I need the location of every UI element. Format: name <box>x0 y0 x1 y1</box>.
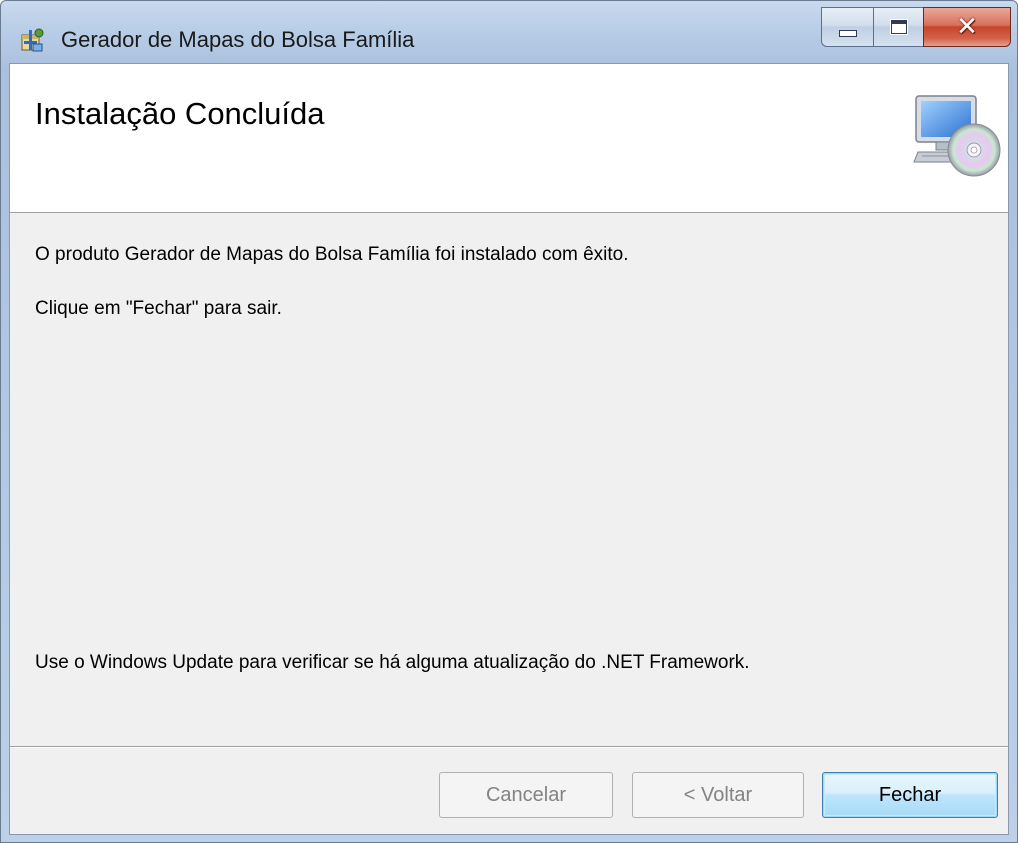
minimize-icon <box>838 29 857 37</box>
close-window-button[interactable]: ✕ <box>923 7 1011 47</box>
close-button[interactable]: Fechar <box>822 772 998 818</box>
minimize-button[interactable] <box>821 7 873 47</box>
computer-cd-icon <box>913 95 1001 177</box>
back-button[interactable]: < Voltar <box>632 772 804 818</box>
title-bar[interactable]: Gerador de Mapas do Bolsa Família ✕ <box>1 1 1017 63</box>
header-banner: Instalação Concluída <box>10 64 1008 213</box>
cancel-button[interactable]: Cancelar <box>439 772 613 818</box>
installer-window: Gerador de Mapas do Bolsa Família ✕ Inst… <box>0 0 1018 843</box>
dialog-client-area: Instalação Concluída O produto Gerador d… <box>9 63 1009 835</box>
installer-package-icon <box>21 28 44 52</box>
footer-divider <box>10 746 1008 748</box>
close-instruction: Clique em "Fechar" para sair. <box>35 298 282 319</box>
page-title: Instalação Concluída <box>35 96 325 131</box>
maximize-button[interactable] <box>873 7 923 47</box>
close-icon: ✕ <box>956 12 978 42</box>
installed-message: O produto Gerador de Mapas do Bolsa Famí… <box>35 244 629 265</box>
window-title: Gerador de Mapas do Bolsa Família <box>61 27 415 52</box>
windows-update-message: Use o Windows Update para verificar se h… <box>35 652 750 673</box>
maximize-icon <box>889 19 908 35</box>
caption-buttons: ✕ <box>821 7 1011 53</box>
